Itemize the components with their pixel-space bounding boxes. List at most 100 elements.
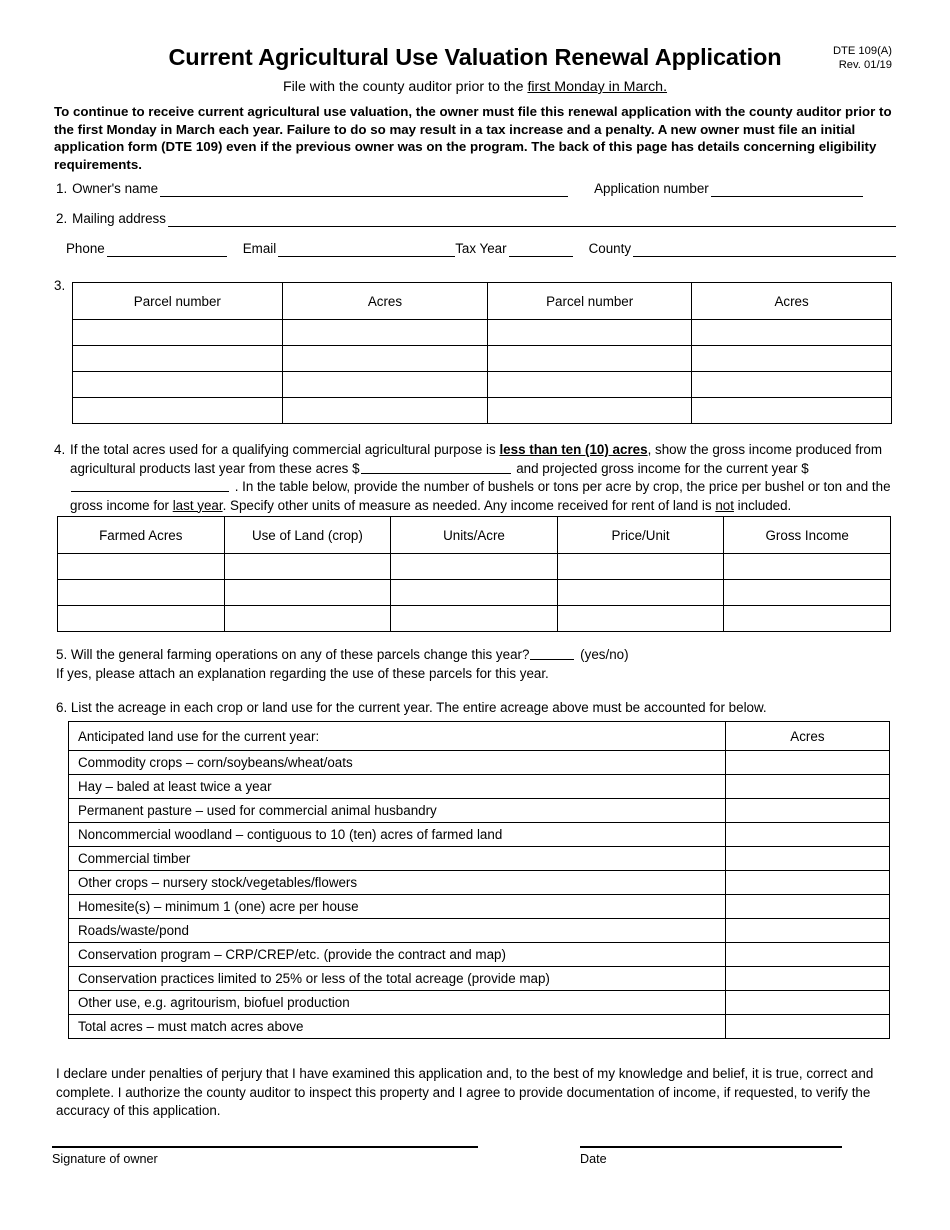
land-use-acres-input[interactable] xyxy=(724,942,891,967)
parcel-cell[interactable] xyxy=(281,319,489,346)
table-row xyxy=(57,605,891,632)
crop-cell[interactable] xyxy=(723,553,891,580)
item5-question-line: 5. Will the general farming operations o… xyxy=(56,645,896,664)
land-use-label: Conservation practices limited to 25% or… xyxy=(68,966,726,991)
table-row: Conservation practices limited to 25% or… xyxy=(68,966,891,991)
item1-number: 1. xyxy=(56,181,68,196)
crop-cell[interactable] xyxy=(223,579,392,606)
crop-cell[interactable] xyxy=(390,579,558,606)
item5-yesno-hint: (yes/no) xyxy=(580,647,629,662)
table-row: Roads/waste/pond xyxy=(68,918,891,943)
item4-text: If the total acres used for a qualifying… xyxy=(54,441,898,515)
parcel-cell[interactable] xyxy=(281,371,489,398)
application-number-input[interactable] xyxy=(710,181,863,197)
parcel-cell[interactable] xyxy=(487,319,693,346)
table-row: Total acres – must match acres above xyxy=(68,1014,891,1039)
land-use-label: Commercial timber xyxy=(68,846,726,871)
parcel-cell[interactable] xyxy=(72,319,283,346)
parcel-cell[interactable] xyxy=(487,397,693,424)
land-use-label: Roads/waste/pond xyxy=(68,918,726,943)
intro-paragraph: To continue to receive current agricultu… xyxy=(54,104,892,173)
crop-col-gross-income: Gross Income xyxy=(723,516,891,554)
crop-cell[interactable] xyxy=(723,605,891,632)
parcel-cell[interactable] xyxy=(72,397,283,424)
tax-year-label: Tax Year xyxy=(455,241,507,256)
parcel-cell[interactable] xyxy=(72,371,283,398)
crop-cell[interactable] xyxy=(57,553,225,580)
declaration-paragraph: I declare under penalties of perjury tha… xyxy=(56,1066,874,1118)
item4-seg3: and projected gross income for the curre… xyxy=(512,460,809,476)
tax-year-input[interactable] xyxy=(508,241,573,257)
land-use-acres-input[interactable] xyxy=(724,846,891,871)
land-use-acres-total-input[interactable] xyxy=(724,1014,891,1039)
land-use-acres-input[interactable] xyxy=(724,822,891,847)
signature-date-input[interactable] xyxy=(580,1146,842,1148)
land-use-label: Homesite(s) – minimum 1 (one) acre per h… xyxy=(68,894,726,919)
land-use-label: Hay – baled at least twice a year xyxy=(68,774,726,799)
land-use-acres-input[interactable] xyxy=(724,750,891,775)
parcel-cell[interactable] xyxy=(691,397,892,424)
filing-deadline: first Monday in March. xyxy=(527,79,668,95)
table-row: Conservation program – CRP/CREP/etc. (pr… xyxy=(68,942,891,967)
form-page: Current Agricultural Use Valuation Renew… xyxy=(0,0,950,1230)
parcel-cell[interactable] xyxy=(691,319,892,346)
signature-area: Signature of owner Date xyxy=(0,1136,950,1196)
form-revision: Rev. 01/19 xyxy=(838,59,892,72)
crop-cell[interactable] xyxy=(223,605,392,632)
land-use-header-label: Anticipated land use for the current yea… xyxy=(68,721,726,751)
crop-income-table: Farmed Acres Use of Land (crop) Units/Ac… xyxy=(57,516,891,632)
parcel-cell[interactable] xyxy=(487,345,693,372)
land-use-acres-input[interactable] xyxy=(724,870,891,895)
signature-of-owner-input[interactable] xyxy=(52,1146,478,1148)
parcel-col-acres-2: Acres xyxy=(691,282,892,320)
crop-cell[interactable] xyxy=(390,553,558,580)
land-use-acres-input[interactable] xyxy=(724,774,891,799)
owner-name-row: 1. Owner's name Application number xyxy=(56,181,896,197)
parcel-cell[interactable] xyxy=(487,371,693,398)
crop-col-price-per-unit: Price/Unit xyxy=(556,516,725,554)
land-use-table-body: Anticipated land use for the current yea… xyxy=(68,721,891,1039)
crop-cell[interactable] xyxy=(57,605,225,632)
county-input[interactable] xyxy=(633,241,896,257)
table-row: Commercial timber xyxy=(68,846,891,871)
crop-col-farmed-acres: Farmed Acres xyxy=(57,516,225,554)
item6-text: List the acreage in each crop or land us… xyxy=(70,700,767,715)
land-use-label: Other crops – nursery stock/vegetables/f… xyxy=(68,870,726,895)
land-use-acres-input[interactable] xyxy=(724,966,891,991)
item4-underline-not: not xyxy=(715,497,734,513)
contact-row: Phone Email Tax Year County xyxy=(66,241,896,257)
table-row xyxy=(57,553,891,580)
crop-cell[interactable] xyxy=(556,605,725,632)
mailing-address-input[interactable] xyxy=(167,211,896,227)
item4-seg5: . Specify other units of measure as need… xyxy=(222,497,716,513)
land-use-acres-input[interactable] xyxy=(724,918,891,943)
item6-number: 6. xyxy=(56,700,68,715)
parcel-cell[interactable] xyxy=(691,371,892,398)
table-row xyxy=(72,397,892,424)
crop-cell[interactable] xyxy=(223,553,392,580)
land-use-acres-input[interactable] xyxy=(724,990,891,1015)
crop-cell[interactable] xyxy=(390,605,558,632)
last-year-gross-income-input[interactable] xyxy=(360,472,511,474)
parcel-cell[interactable] xyxy=(281,345,489,372)
parcel-cell[interactable] xyxy=(72,345,283,372)
item5-number: 5. xyxy=(56,647,68,662)
farming-change-input[interactable] xyxy=(530,659,575,660)
owner-name-input[interactable] xyxy=(160,181,569,197)
email-input[interactable] xyxy=(278,241,456,257)
land-use-acres-input[interactable] xyxy=(724,894,891,919)
crop-cell[interactable] xyxy=(57,579,225,606)
item3-number: 3. xyxy=(54,278,66,293)
parcel-cell[interactable] xyxy=(691,345,892,372)
phone-input[interactable] xyxy=(106,241,227,257)
parcel-cell[interactable] xyxy=(281,397,489,424)
land-use-header-acres: Acres xyxy=(724,721,891,751)
land-use-acres-input[interactable] xyxy=(724,798,891,823)
table-row: Other crops – nursery stock/vegetables/f… xyxy=(68,870,891,895)
crop-cell[interactable] xyxy=(556,579,725,606)
table-row xyxy=(57,579,891,606)
crop-cell[interactable] xyxy=(556,553,725,580)
crop-cell[interactable] xyxy=(723,579,891,606)
land-use-table: Anticipated land use for the current yea… xyxy=(68,721,891,1039)
projected-gross-income-input[interactable] xyxy=(71,491,229,492)
